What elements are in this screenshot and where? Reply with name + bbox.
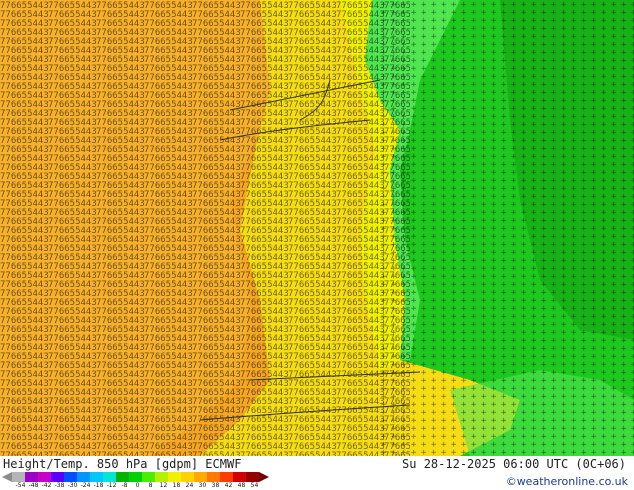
colorbar-tick-label: 12 xyxy=(159,482,168,489)
colorbar-tick-label: -38 xyxy=(54,482,65,489)
colorbar-tick-label: 24 xyxy=(185,482,194,489)
colorbar-tick-label: -18 xyxy=(93,482,104,489)
colorbar-swatch xyxy=(12,472,25,482)
colorbar-swatch xyxy=(233,472,246,482)
colorbar-swatch xyxy=(64,472,77,482)
colorbar-tick-label: -24 xyxy=(80,482,91,489)
colorbar-tick-label: -30 xyxy=(67,482,78,489)
map-title: Height/Temp. 850 hPa [gdpm] ECMWF xyxy=(3,457,242,471)
colorbar-swatch xyxy=(194,472,207,482)
colorbar-swatch xyxy=(129,472,142,482)
colorbar-swatch xyxy=(77,472,90,482)
valid-time: Su 28-12-2025 06:00 UTC (0C+06) xyxy=(402,457,626,471)
colorbar-swatch xyxy=(155,472,168,482)
colorbar-arrow-right xyxy=(259,472,269,482)
colorbar-tick-label: 48 xyxy=(237,482,246,489)
colorbar-swatch xyxy=(207,472,220,482)
colorbar-tick-label: -48 xyxy=(28,482,39,489)
colorbar-swatch xyxy=(51,472,64,482)
colorbar xyxy=(2,472,269,482)
colorbar-tick-label: 54 xyxy=(250,482,259,489)
colorbar-tick-label: 0 xyxy=(135,482,140,489)
colorbar-swatch xyxy=(220,472,233,482)
colorbar-labels: -54 -48 -42 -38 -30 -24 -18 -12 -8 0 8 12 18 24 30 38 42… xyxy=(14,482,261,489)
colorbar-swatch xyxy=(142,472,155,482)
colorbar-swatch xyxy=(38,472,51,482)
colorbar-swatch xyxy=(25,472,38,482)
colorbar-tick-label: 18 xyxy=(172,482,181,489)
colorbar-tick-label: 42 xyxy=(224,482,233,489)
isoline-value-labels xyxy=(0,0,410,456)
colorbar-tick-label: -8 xyxy=(121,482,128,489)
credit-link[interactable]: ©weatheronline.co.uk xyxy=(506,475,628,488)
colorbar-tick-label: -54 xyxy=(15,482,26,489)
colorbar-tick-label: 38 xyxy=(211,482,220,489)
colorbar-tick-label: 8 xyxy=(148,482,153,489)
colorbar-tick-label: -42 xyxy=(41,482,52,489)
map-canvas: 7766554433 + xyxy=(0,0,634,456)
map-footer: Height/Temp. 850 hPa [gdpm] ECMWF Su 28-… xyxy=(0,456,634,490)
colorbar-arrow-left xyxy=(2,472,12,482)
colorbar-tick-label: -12 xyxy=(106,482,117,489)
colorbar-swatch xyxy=(246,472,259,482)
colorbar-swatch xyxy=(168,472,181,482)
grid-marks xyxy=(380,0,634,456)
colorbar-swatch xyxy=(90,472,103,482)
colorbar-swatch xyxy=(103,472,116,482)
colorbar-swatch xyxy=(181,472,194,482)
colorbar-swatch xyxy=(116,472,129,482)
colorbar-tick-label: 30 xyxy=(198,482,207,489)
weather-map[interactable]: 7766554433 + xyxy=(0,0,634,456)
